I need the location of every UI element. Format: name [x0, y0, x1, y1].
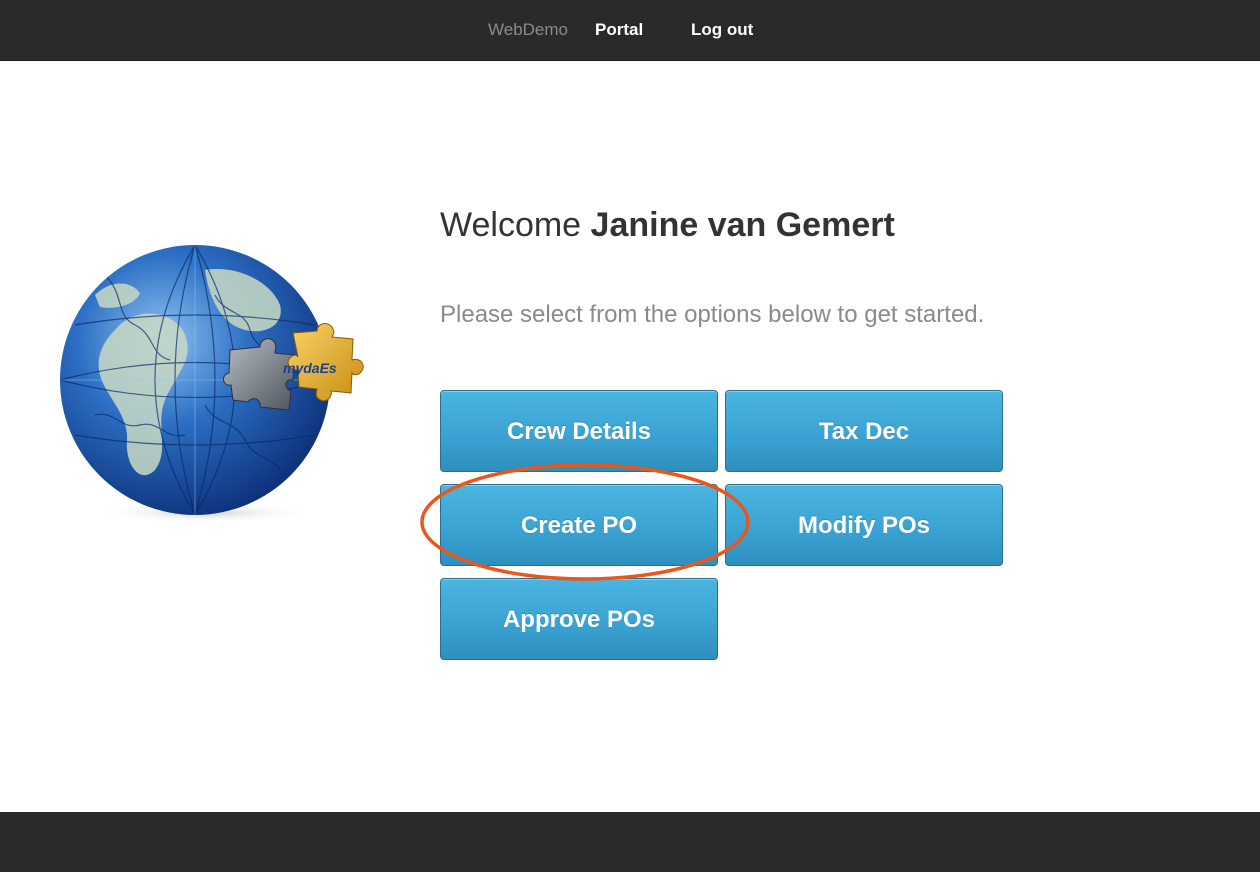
- welcome-heading: Welcome Janine van Gemert: [440, 205, 895, 245]
- nav-logout-link[interactable]: Log out: [691, 20, 753, 40]
- brand-link[interactable]: WebDemo: [488, 20, 568, 40]
- modify-pos-button[interactable]: Modify POs: [725, 484, 1003, 566]
- instructions-text: Please select from the options below to …: [440, 301, 985, 328]
- approve-pos-button[interactable]: Approve POs: [440, 578, 718, 660]
- crew-details-button[interactable]: Crew Details: [440, 390, 718, 472]
- top-navbar: WebDemo Portal Log out: [0, 0, 1260, 61]
- svg-text:mydaEs: mydaEs: [283, 360, 337, 376]
- user-name: Janine van Gemert: [590, 206, 895, 244]
- welcome-prefix: Welcome: [440, 206, 582, 244]
- globe-logo: mydaEs: [55, 235, 385, 535]
- page-footer: [0, 812, 1260, 872]
- create-po-button[interactable]: Create PO: [440, 484, 718, 566]
- tax-dec-button[interactable]: Tax Dec: [725, 390, 1003, 472]
- nav-portal-link[interactable]: Portal: [595, 20, 643, 40]
